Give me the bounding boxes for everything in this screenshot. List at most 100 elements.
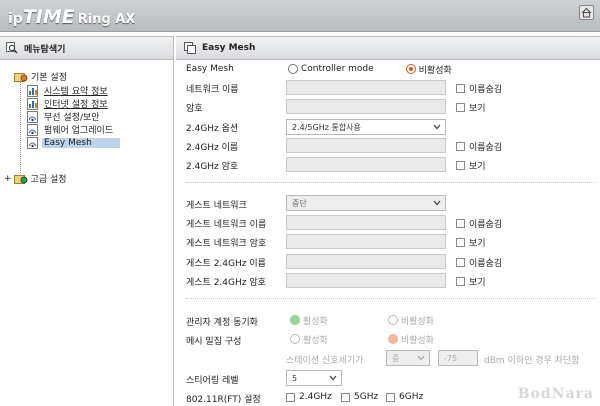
select-value: 5 <box>292 373 298 383</box>
logo-model-text: Ring AX <box>77 12 136 27</box>
sidebar-item-firmware[interactable]: 펌웨어 업그레이드 <box>27 123 115 136</box>
band-option-select[interactable]: 2.4/5GHz 통합사용 <box>286 119 446 135</box>
checkbox-box <box>456 103 465 112</box>
chevron-down-icon <box>417 355 425 361</box>
panel-header: Easy Mesh <box>176 36 600 60</box>
password-field[interactable] <box>286 99 446 114</box>
checkbox-label: 보기 <box>469 104 486 114</box>
guest-network-select[interactable]: 중단 <box>286 195 446 211</box>
pass24-label: 2.4GHz 암호 <box>186 162 239 172</box>
checkbox-label: 6GHz <box>399 392 424 402</box>
sidebar-item-label: 무선 설정/보안 <box>44 113 100 123</box>
sidebar-item-system-summary[interactable]: 시스템 요약 정보 <box>27 84 110 97</box>
iptime-logo: ipTIME Ring AX <box>8 6 135 28</box>
guest-show-pass24-checkbox[interactable]: 보기 <box>456 275 486 288</box>
guest-name24-label: 게스트 2.4GHz 이름 <box>186 259 266 269</box>
show-password-checkbox[interactable]: 보기 <box>456 101 486 114</box>
radio-controller-mode[interactable]: Controller mode <box>288 64 374 74</box>
select-value: 중단 <box>292 198 307 208</box>
checkbox-label: 이름숨김 <box>469 85 503 95</box>
sidebar-item-label: 시스템 요약 정보 <box>44 87 108 97</box>
wireless-doc-icon <box>27 110 39 123</box>
steering-label: 스티어링 레벨 <box>186 376 239 386</box>
home-button[interactable] <box>579 5 594 20</box>
guest-name24-field[interactable] <box>286 254 446 269</box>
ft-5ghz-checkbox[interactable]: 5GHz <box>341 392 378 402</box>
admin-sync-label: 관리자 계정 동기화 <box>186 318 258 328</box>
checkbox-box <box>456 161 465 170</box>
name24-label: 2.4GHz 이름 <box>186 143 239 153</box>
radio-label: 활성화 <box>303 316 328 327</box>
checkbox-label: 이름숨김 <box>469 259 503 269</box>
checkbox-label: 2.4GHz <box>299 392 332 402</box>
guest-pass-label: 게스트 네트워크 암호 <box>186 239 267 249</box>
sidebar-item-easy-mesh[interactable]: Easy Mesh <box>27 136 120 149</box>
sidebar-item-wireless[interactable]: 무선 설정/보안 <box>27 110 102 123</box>
show-pass24-checkbox[interactable]: 보기 <box>456 159 486 172</box>
checkbox-box <box>456 258 465 267</box>
ft-24ghz-checkbox[interactable]: 2.4GHz <box>286 392 332 402</box>
window-icon <box>184 42 196 54</box>
guest-pass24-field[interactable] <box>286 273 446 288</box>
radio-label: 비활성화 <box>400 316 434 327</box>
radio-mesh-density-on[interactable]: 활성화 <box>290 333 328 346</box>
name24-field[interactable] <box>286 138 446 153</box>
sidebar-header: 메뉴탐색기 <box>0 36 173 60</box>
hide-name24-checkbox[interactable]: 이름숨김 <box>456 140 502 153</box>
tree-group-label: 기본 설정 <box>31 73 67 83</box>
radio-admin-sync-on[interactable]: 활성화 <box>290 314 328 327</box>
tree-group-basic[interactable]: 기본 설정 <box>14 70 67 83</box>
sidebar-item-label: 펌웨어 업그레이드 <box>44 126 114 136</box>
guest-name-label: 게스트 네트워크 이름 <box>186 220 267 230</box>
guest-hide-name-checkbox[interactable]: 이름숨김 <box>456 217 502 230</box>
mesh-density-radio-group: 활성화 비활성화 <box>290 331 434 347</box>
checkbox-box <box>456 238 465 247</box>
dbm-suffix: dBm 이하인 경우 차단함 <box>484 356 580 366</box>
sidebar-item-label: 인터넷 설정 정보 <box>44 100 108 110</box>
easy-mesh-label: Easy Mesh <box>186 64 234 74</box>
radio-admin-sync-off[interactable]: 비활성화 <box>387 314 434 327</box>
radio-disabled[interactable]: 비활성화 <box>405 63 452 76</box>
mesh-density-label: 메시 밀집 구성 <box>186 337 242 347</box>
guest-name-field[interactable] <box>286 215 446 230</box>
checkbox-label: 5GHz <box>354 392 379 402</box>
sidebar: 메뉴탐색기 기본 설정 시스템 요약 정보 인터넷 설정 정보 무선 설정/보안… <box>0 36 174 406</box>
ft-6ghz-checkbox[interactable]: 6GHz <box>386 392 423 402</box>
checkbox-label: 보기 <box>469 278 486 288</box>
chevron-down-icon <box>329 375 337 381</box>
tree-group-advanced[interactable]: + 고급 설정 <box>4 172 67 186</box>
guest-pass-field[interactable] <box>286 234 446 249</box>
wireless-doc-icon <box>27 136 39 149</box>
network-name-field[interactable] <box>286 80 446 95</box>
sidebar-item-internet-info[interactable]: 인터넷 설정 정보 <box>27 97 110 110</box>
network-name-label: 네트워크 이름 <box>186 85 239 95</box>
easy-mesh-radio-group: Controller mode 비활성화 <box>288 61 452 77</box>
folder-gear-icon <box>13 173 28 185</box>
checkbox-label: 보기 <box>469 239 486 249</box>
select-value: 중 <box>392 353 400 363</box>
station-signal-select[interactable]: 중 <box>386 350 430 366</box>
radio-circle <box>290 334 300 344</box>
main-panel: Easy Mesh Easy Mesh Controller mode 비활성화… <box>176 36 600 406</box>
logo-ip-text: ip <box>8 11 23 27</box>
folder-gear-icon <box>14 71 28 83</box>
watermark-text: BodNara <box>517 386 594 402</box>
radio-label: Controller mode <box>301 64 374 74</box>
sidebar-title: 메뉴탐색기 <box>24 44 66 55</box>
radio-mesh-density-off[interactable]: 비활성화 <box>387 333 434 346</box>
steering-select[interactable]: 5 <box>286 370 342 386</box>
hide-name-checkbox[interactable]: 이름숨김 <box>456 82 502 95</box>
chart-doc-icon <box>27 97 39 110</box>
app-header: ipTIME Ring AX <box>0 0 600 32</box>
chevron-down-icon <box>433 124 441 130</box>
tree-group-label: 고급 설정 <box>30 175 67 185</box>
pass24-field[interactable] <box>286 157 446 172</box>
radio-circle <box>387 334 398 344</box>
guest-show-pass-checkbox[interactable]: 보기 <box>456 236 486 249</box>
watermark: BodNara <box>518 386 594 402</box>
expand-plus-icon: + <box>4 173 12 184</box>
guest-hide-name24-checkbox[interactable]: 이름숨김 <box>456 256 502 269</box>
wireless-doc-icon <box>27 123 39 136</box>
dbm-input[interactable]: -75 <box>438 350 478 366</box>
checkbox-box <box>386 392 395 402</box>
